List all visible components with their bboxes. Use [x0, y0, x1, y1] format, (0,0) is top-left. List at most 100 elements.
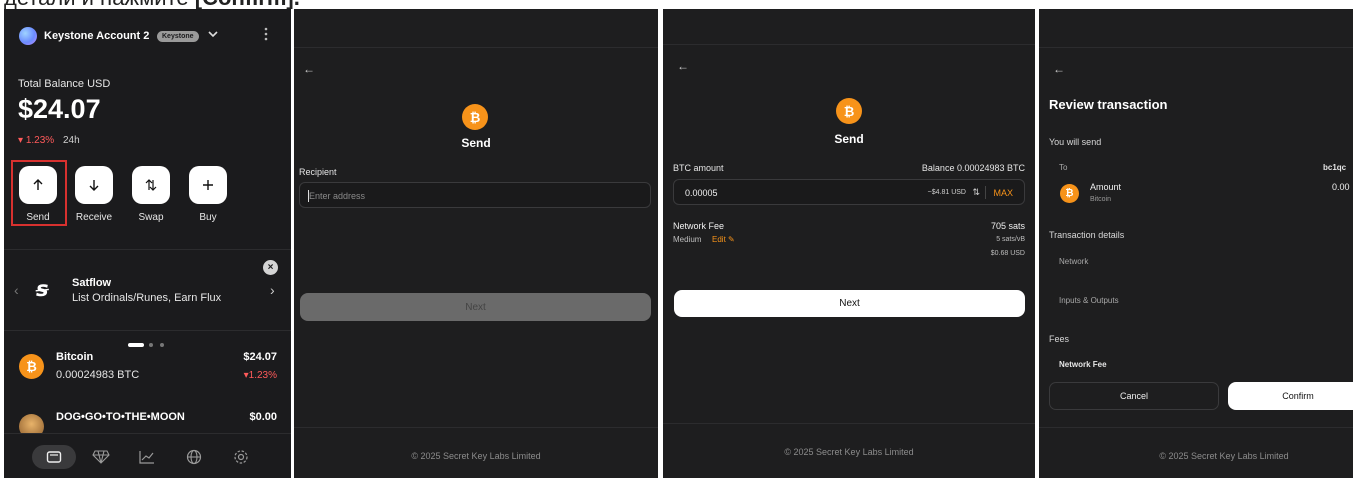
divider [663, 423, 1035, 424]
confirm-button[interactable]: Confirm [1228, 382, 1353, 410]
next-button[interactable]: Next [674, 290, 1025, 317]
bitcoin-icon: ₿ [836, 98, 862, 124]
fee-speed: Medium [673, 235, 702, 244]
send-label: Send [26, 212, 50, 223]
asset-value: $0.00 [249, 411, 277, 423]
divider [294, 47, 658, 48]
amount-label: Amount [1090, 182, 1122, 192]
divider [294, 427, 658, 428]
page-title: Send [461, 136, 491, 150]
asset-name[interactable]: DOG•GO•TO•THE•MOON [56, 411, 185, 423]
asset-name[interactable]: Bitcoin [56, 351, 93, 363]
inputs-outputs-row[interactable]: Inputs & Outputs [1059, 296, 1119, 305]
send-button[interactable] [19, 166, 57, 204]
buy-label: Buy [199, 212, 217, 223]
fee-label: Network Fee [673, 221, 725, 231]
caption-strip: детали и нажмите [Confirm]. [0, 0, 1353, 9]
total-balance: $24.07 [18, 94, 101, 124]
satflow-logo-icon: ꞩ [36, 278, 49, 301]
swap-button[interactable] [132, 166, 170, 204]
divider [1039, 47, 1353, 48]
divider [4, 249, 291, 250]
caption-text: детали и нажмите [Confirm]. [4, 0, 300, 9]
asset-value: $24.07 [243, 351, 277, 363]
chevron-right-icon[interactable]: › [270, 282, 275, 298]
back-arrow-icon[interactable]: ← [1053, 62, 1065, 76]
plus-icon [203, 180, 213, 190]
amount-label: BTC amount [673, 163, 724, 173]
divider [4, 330, 291, 331]
send-amount-panel: ← ₿ Send BTC amount Balance 0.00024983 B… [663, 9, 1035, 478]
cancel-button[interactable]: Cancel [1049, 382, 1219, 410]
edit-fee-button[interactable]: Edit ✎ [712, 235, 735, 244]
footer-copyright: © 2025 Secret Key Labs Limited [1159, 451, 1289, 461]
recipient-label: Recipient [299, 167, 337, 177]
to-label: To [1059, 163, 1068, 172]
promo-subtitle[interactable]: List Ordinals/Runes, Earn Flux [72, 292, 221, 304]
balance-text: Balance 0.00024983 BTC [921, 163, 1025, 173]
chevron-down-icon[interactable] [207, 28, 219, 43]
amount-input[interactable]: 0.00005 ~$4.81 USD ⇅ MAX [673, 179, 1025, 205]
recipient-input[interactable]: Enter address [299, 182, 651, 208]
amount-sub: Bitcoin [1090, 196, 1112, 203]
chart-icon[interactable] [139, 450, 155, 469]
amount-value: 0.00005 [685, 188, 718, 198]
balance-period: 24h [63, 135, 80, 146]
more-menu-icon[interactable] [262, 27, 270, 46]
close-promo-icon[interactable]: × [263, 260, 278, 275]
page-title: Send [834, 132, 864, 146]
pager-dot [160, 343, 164, 347]
wallet-home-panel: Keystone Account 2 Keystone Total Balanc… [4, 9, 291, 478]
asset-change: ▾1.23% [243, 370, 277, 381]
back-arrow-icon[interactable]: ← [303, 62, 315, 76]
divider [1039, 427, 1353, 428]
bitcoin-icon: ₿ [19, 354, 44, 379]
footer-copyright: © 2025 Secret Key Labs Limited [411, 451, 541, 461]
fee-usd: $0.68 USD [990, 250, 1025, 257]
gear-icon[interactable] [233, 449, 249, 470]
receive-button[interactable] [75, 166, 113, 204]
swap-label: Swap [138, 212, 164, 223]
fee-rate: 5 sats/vB [996, 236, 1025, 243]
network-row[interactable]: Network [1059, 257, 1088, 266]
account-avatar[interactable] [19, 27, 37, 45]
pencil-icon: ✎ [728, 235, 735, 244]
divider [663, 44, 1035, 45]
amount-value: 0.00 [1332, 182, 1350, 192]
swap-icon [145, 179, 157, 191]
asset-amount: 0.00024983 BTC [56, 369, 140, 381]
buy-button[interactable] [189, 166, 227, 204]
network-fee-label: Network Fee [1059, 360, 1107, 369]
receive-label: Receive [75, 212, 113, 223]
recipient-placeholder: Enter address [309, 191, 366, 201]
page-title: Review transaction [1049, 97, 1168, 112]
balance-label: Total Balance USD [18, 78, 111, 90]
fee-sats: 705 sats [990, 221, 1025, 231]
chevron-left-icon[interactable]: ‹ [14, 282, 19, 298]
account-name[interactable]: Keystone Account 2 [44, 30, 149, 42]
arrow-down-icon [89, 180, 99, 191]
review-transaction-panel: ← Review transaction You will send To bc… [1039, 9, 1353, 478]
divider [985, 186, 986, 199]
balance-change: ▾ 1.23% [18, 135, 55, 146]
pager-dot [149, 343, 153, 347]
diamond-icon[interactable] [92, 450, 110, 469]
toggle-units-icon[interactable]: ⇅ [972, 187, 980, 198]
bitcoin-icon: ₿ [462, 104, 488, 130]
bitcoin-icon: ₿ [1060, 184, 1079, 203]
footer-copyright: © 2025 Secret Key Labs Limited [784, 447, 914, 457]
text-cursor [308, 190, 309, 202]
usd-value: ~$4.81 USD [927, 189, 966, 196]
to-address: bc1qc [1323, 163, 1347, 172]
send-recipient-panel: ← ₿ Send Recipient Enter address Next © … [294, 9, 658, 478]
max-button[interactable]: MAX [993, 188, 1013, 198]
globe-icon[interactable] [186, 449, 202, 470]
wallet-icon[interactable] [46, 450, 62, 469]
next-button[interactable]: Next [300, 293, 651, 321]
pager-dot-active [128, 343, 144, 347]
keystone-badge: Keystone [157, 31, 199, 42]
you-will-send-label: You will send [1049, 137, 1102, 147]
arrow-up-icon [33, 179, 43, 190]
promo-title[interactable]: Satflow [72, 277, 111, 289]
back-arrow-icon[interactable]: ← [677, 59, 689, 73]
